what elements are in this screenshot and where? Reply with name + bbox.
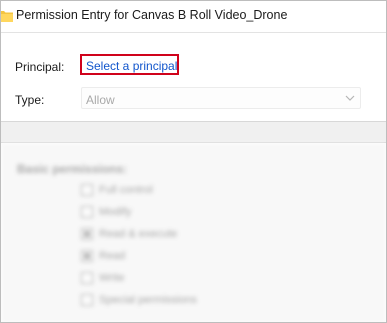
window-title: Permission Entry for Canvas B Roll Video…: [16, 8, 288, 22]
permission-checkbox[interactable]: [81, 184, 93, 197]
permission-label: Read & execute: [99, 228, 178, 240]
permission-read[interactable]: Read: [81, 250, 125, 264]
principal-label: Principal:: [15, 60, 65, 74]
permissions-section: Basic permissions: Full control Modify R…: [1, 143, 386, 322]
title-bar: Permission Entry for Canvas B Roll Video…: [1, 1, 386, 31]
permission-label: Special permissions: [99, 294, 197, 306]
select-principal-link[interactable]: Select a principal: [80, 54, 179, 75]
type-dropdown-value: Allow: [86, 93, 115, 107]
permission-full-control[interactable]: Full control: [81, 184, 153, 198]
type-label: Type:: [15, 93, 45, 107]
permission-checkbox[interactable]: [81, 294, 93, 307]
permission-checkbox[interactable]: [81, 272, 93, 285]
permission-checkbox[interactable]: [81, 250, 93, 263]
permission-label: Modify: [99, 206, 132, 218]
permission-label: Full control: [99, 184, 153, 196]
permission-checkbox[interactable]: [81, 206, 93, 219]
permission-special[interactable]: Special permissions: [81, 294, 197, 308]
permissions-heading: Basic permissions:: [17, 162, 128, 176]
permission-modify[interactable]: Modify: [81, 206, 131, 220]
permission-write[interactable]: Write: [81, 272, 124, 286]
principal-section: Principal: Select a principal Type: Allo…: [1, 32, 386, 121]
permission-label: Read: [99, 250, 126, 262]
permission-read-execute[interactable]: Read & execute: [81, 228, 177, 242]
permission-checkbox[interactable]: [81, 228, 93, 241]
permission-entry-window: Permission Entry for Canvas B Roll Video…: [0, 0, 387, 323]
section-divider: [1, 121, 386, 143]
type-dropdown[interactable]: Allow: [81, 87, 361, 109]
chevron-down-icon: [345, 92, 355, 102]
permission-label: Write: [99, 272, 125, 284]
